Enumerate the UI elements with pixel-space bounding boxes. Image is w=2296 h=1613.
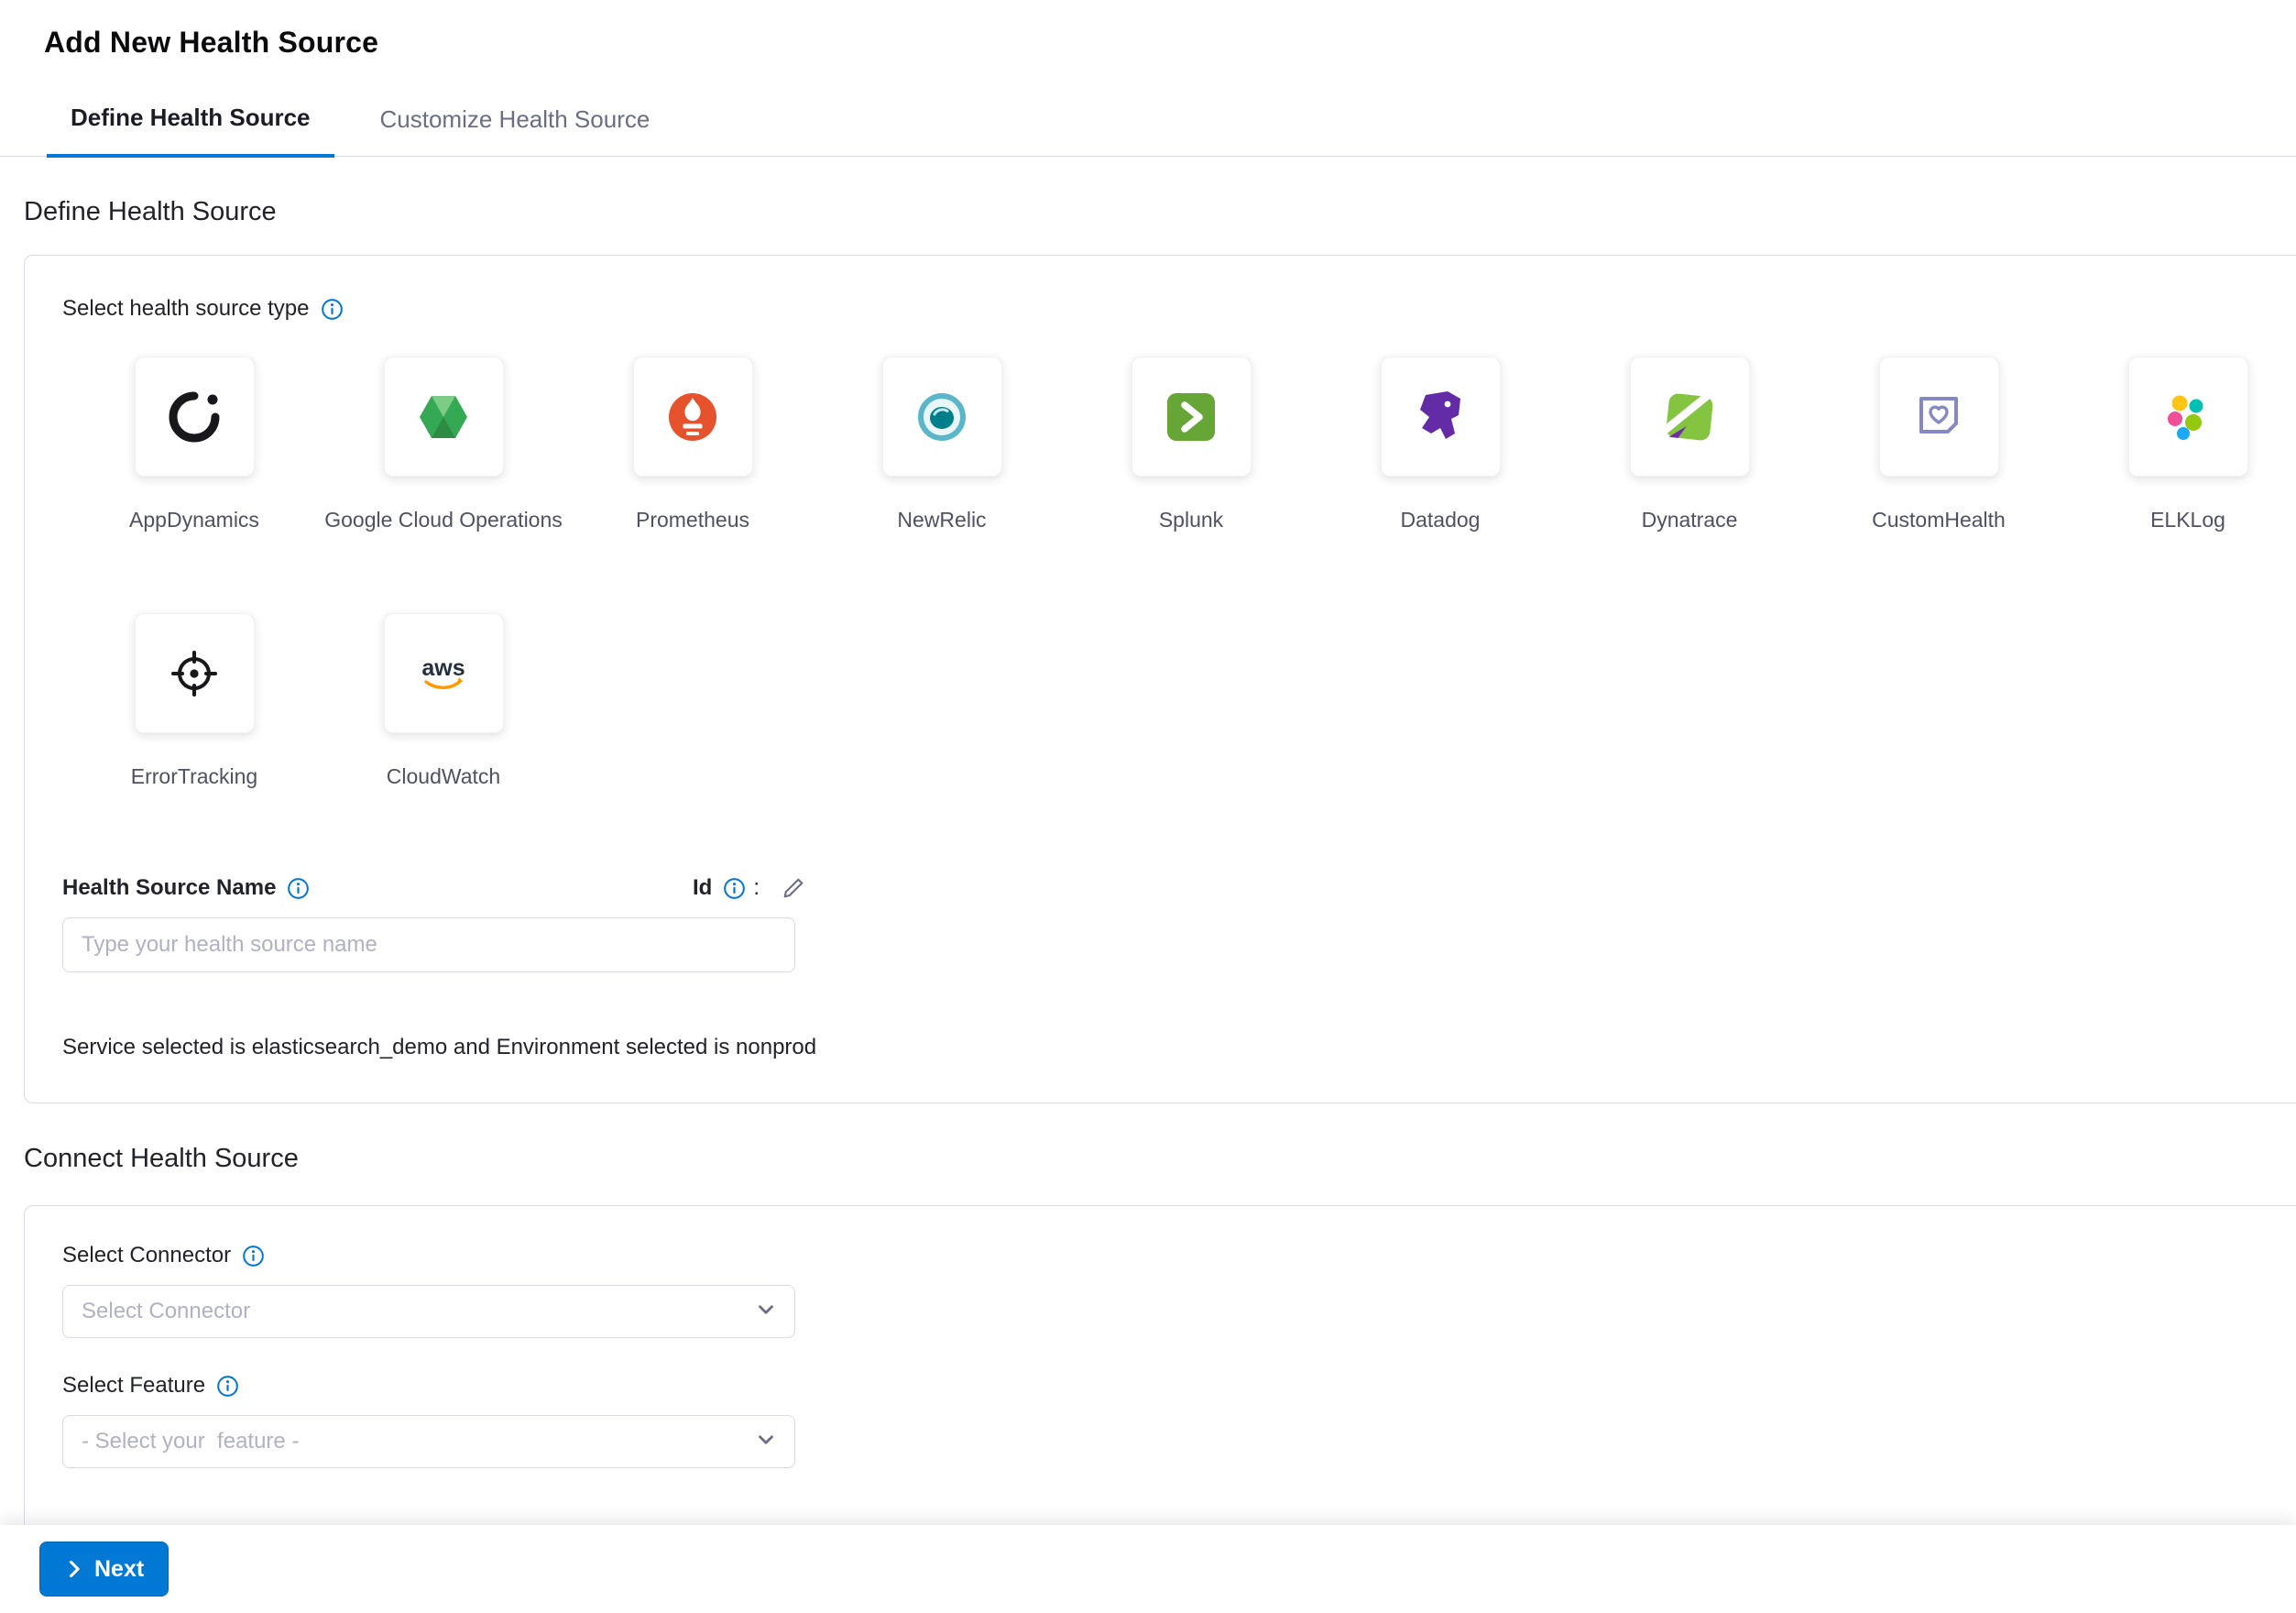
health-source-cell-cloudwatch: aws CloudWatch	[319, 613, 568, 870]
connector-select-placeholder: Select Connector	[82, 1299, 250, 1324]
newrelic-icon	[913, 388, 971, 446]
health-source-cell-gco: Google Cloud Operations	[319, 357, 568, 613]
select-type-info-icon[interactable]	[321, 298, 344, 321]
service-environment-text: Service selected is elasticsearch_demo a…	[62, 1035, 2296, 1060]
id-info-icon[interactable]	[723, 877, 746, 900]
customhealth-icon	[1909, 388, 1968, 446]
edit-id-pencil-icon[interactable]	[782, 876, 805, 900]
health-source-tile-splunk[interactable]	[1132, 357, 1252, 477]
next-button-label: Next	[94, 1556, 144, 1583]
health-source-tile-prometheus[interactable]	[633, 357, 753, 477]
health-source-cell-appdynamics: AppDynamics	[70, 357, 319, 613]
errortracking-icon	[165, 644, 224, 703]
health-source-cell-datadog: Datadog	[1316, 357, 1565, 613]
health-source-cell-newrelic: NewRelic	[817, 357, 1066, 613]
health-source-name-row: Health Source Name Id :	[62, 875, 2296, 901]
elklog-icon	[2159, 388, 2217, 446]
select-type-label: Select health source type	[62, 296, 310, 322]
health-source-cell-dynatrace: Dynatrace	[1565, 357, 1814, 613]
chevron-down-icon	[754, 1298, 778, 1326]
tile-label: NewRelic	[897, 508, 986, 532]
tile-label: Datadog	[1401, 508, 1481, 532]
datadog-icon	[1411, 388, 1470, 446]
chevron-right-icon	[64, 1559, 84, 1579]
tile-label: ErrorTracking	[131, 764, 257, 789]
health-source-tile-google-cloud-operations[interactable]	[384, 357, 504, 477]
splunk-icon	[1162, 388, 1220, 446]
tile-label: Dynatrace	[1642, 508, 1738, 532]
health-source-cell-elklog: ELKLog	[2063, 357, 2296, 613]
tile-label: Prometheus	[636, 508, 749, 532]
select-feature-info-icon[interactable]	[216, 1375, 239, 1398]
page-header: Add New Health Source	[0, 0, 2296, 80]
tile-label: Google Cloud Operations	[324, 508, 563, 532]
health-source-name-label-group: Health Source Name	[62, 875, 693, 901]
health-source-tile-elklog[interactable]	[2128, 357, 2248, 477]
cloudwatch-aws-icon: aws	[414, 644, 473, 703]
id-colon: :	[753, 875, 760, 901]
feature-select[interactable]: - Select your feature -	[62, 1415, 795, 1468]
health-source-tile-cloudwatch[interactable]: aws	[384, 613, 504, 733]
health-source-cell-customhealth: CustomHealth	[1814, 357, 2063, 613]
health-source-name-label: Health Source Name	[62, 875, 276, 901]
health-source-tile-customhealth[interactable]	[1879, 357, 1999, 477]
select-type-label-row: Select health source type	[62, 296, 2296, 322]
prometheus-icon	[663, 388, 722, 446]
define-section-heading: Define Health Source	[24, 197, 2296, 227]
id-label-group: Id :	[693, 875, 805, 901]
google-cloud-operations-icon	[414, 388, 473, 446]
footer-bar: Next	[0, 1525, 2296, 1613]
health-source-tile-dynatrace[interactable]	[1630, 357, 1750, 477]
select-connector-label-row: Select Connector	[62, 1243, 2296, 1268]
feature-select-placeholder: - Select your feature -	[82, 1429, 299, 1454]
health-source-tile-appdynamics[interactable]	[135, 357, 255, 477]
tab-bar: Define Health Source Customize Health So…	[0, 80, 2296, 157]
chevron-down-icon	[754, 1428, 778, 1456]
connector-select[interactable]: Select Connector	[62, 1285, 795, 1338]
define-health-source-card: Select health source type AppDynamics	[24, 255, 2296, 1103]
tile-label: CustomHealth	[1872, 508, 2006, 532]
tile-label: AppDynamics	[129, 508, 259, 532]
health-source-tile-datadog[interactable]	[1381, 357, 1501, 477]
id-label: Id	[693, 875, 712, 901]
health-source-name-input[interactable]	[62, 917, 795, 972]
next-button[interactable]: Next	[39, 1542, 169, 1597]
svg-text:aws: aws	[421, 655, 465, 681]
health-source-tile-errortracking[interactable]	[135, 613, 255, 733]
connect-section-heading: Connect Health Source	[24, 1144, 2296, 1174]
tile-label: Splunk	[1159, 508, 1223, 532]
appdynamics-icon	[165, 388, 224, 446]
tile-label: ELKLog	[2150, 508, 2225, 532]
health-source-cell-splunk: Splunk	[1066, 357, 1316, 613]
tile-label: CloudWatch	[387, 764, 500, 789]
page-title: Add New Health Source	[44, 26, 2296, 60]
tab-customize-health-source[interactable]: Customize Health Source	[356, 105, 674, 156]
health-source-tile-newrelic[interactable]	[882, 357, 1002, 477]
tab-define-health-source[interactable]: Define Health Source	[47, 104, 334, 158]
health-source-cell-prometheus: Prometheus	[568, 357, 817, 613]
health-source-cell-errortracking: ErrorTracking	[70, 613, 319, 870]
add-health-source-page: Add New Health Source Define Health Sour…	[0, 0, 2296, 1613]
health-source-name-info-icon[interactable]	[287, 877, 310, 900]
health-source-type-grid: AppDynamics Google Cloud Operations	[70, 357, 2296, 870]
select-connector-info-icon[interactable]	[242, 1245, 265, 1267]
select-connector-label: Select Connector	[62, 1243, 231, 1268]
select-feature-label: Select Feature	[62, 1373, 205, 1399]
dynatrace-icon	[1660, 388, 1719, 446]
main-content: Define Health Source Select health sourc…	[0, 197, 2296, 1590]
select-feature-label-row: Select Feature	[62, 1373, 2296, 1399]
